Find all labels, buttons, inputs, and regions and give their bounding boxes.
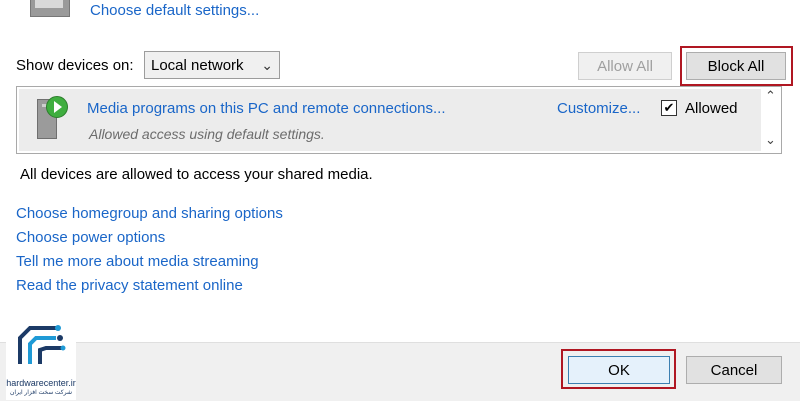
scroll-down-icon[interactable]: ⌄ (765, 132, 776, 148)
media-server-icon (37, 96, 68, 139)
media-programs-link[interactable]: Media programs on this PC and remote con… (87, 100, 446, 117)
list-item[interactable]: Media programs on this PC and remote con… (19, 89, 761, 151)
block-all-button[interactable]: Block All (686, 52, 786, 80)
chevron-down-icon: ⌄ (261, 57, 273, 73)
allowed-label: Allowed (685, 100, 738, 117)
ok-button[interactable]: OK (568, 356, 670, 384)
watermark-brand: hardwarecenter.ir (6, 378, 76, 388)
play-icon (46, 96, 68, 118)
privacy-statement-link[interactable]: Read the privacy statement online (16, 274, 283, 298)
related-links: Choose homegroup and sharing options Cho… (16, 202, 283, 298)
checkmark-icon: ✔ (663, 100, 675, 115)
show-devices-label: Show devices on: (16, 57, 134, 74)
choose-default-settings-link[interactable]: Choose default settings... (90, 2, 259, 19)
media-device-icon (30, 0, 70, 17)
show-devices-select[interactable]: Local network ⌄ (144, 51, 280, 79)
media-programs-status: Allowed access using default settings. (89, 126, 325, 142)
allowed-checkbox[interactable]: ✔ (661, 100, 677, 116)
hardwarecenter-logo: hardwarecenter.ir شرکت سخت افزار ایران (6, 322, 76, 400)
power-options-link[interactable]: Choose power options (16, 226, 283, 250)
shared-media-info: All devices are allowed to access your s… (20, 166, 373, 183)
allow-all-button[interactable]: Allow All (578, 52, 672, 80)
circuit-logo-icon (18, 325, 66, 364)
cancel-button[interactable]: Cancel (686, 356, 782, 384)
scroll-up-icon[interactable]: ⌃ (765, 88, 776, 104)
dialog-button-bar (0, 342, 800, 401)
media-device-list: Media programs on this PC and remote con… (16, 86, 782, 154)
watermark-tagline: شرکت سخت افزار ایران (9, 390, 72, 396)
customize-link[interactable]: Customize... (557, 100, 640, 117)
list-scrollbar[interactable]: ⌃ ⌄ (762, 88, 780, 152)
show-devices-value: Local network (151, 56, 244, 74)
media-streaming-help-link[interactable]: Tell me more about media streaming (16, 250, 283, 274)
homegroup-sharing-link[interactable]: Choose homegroup and sharing options (16, 202, 283, 226)
